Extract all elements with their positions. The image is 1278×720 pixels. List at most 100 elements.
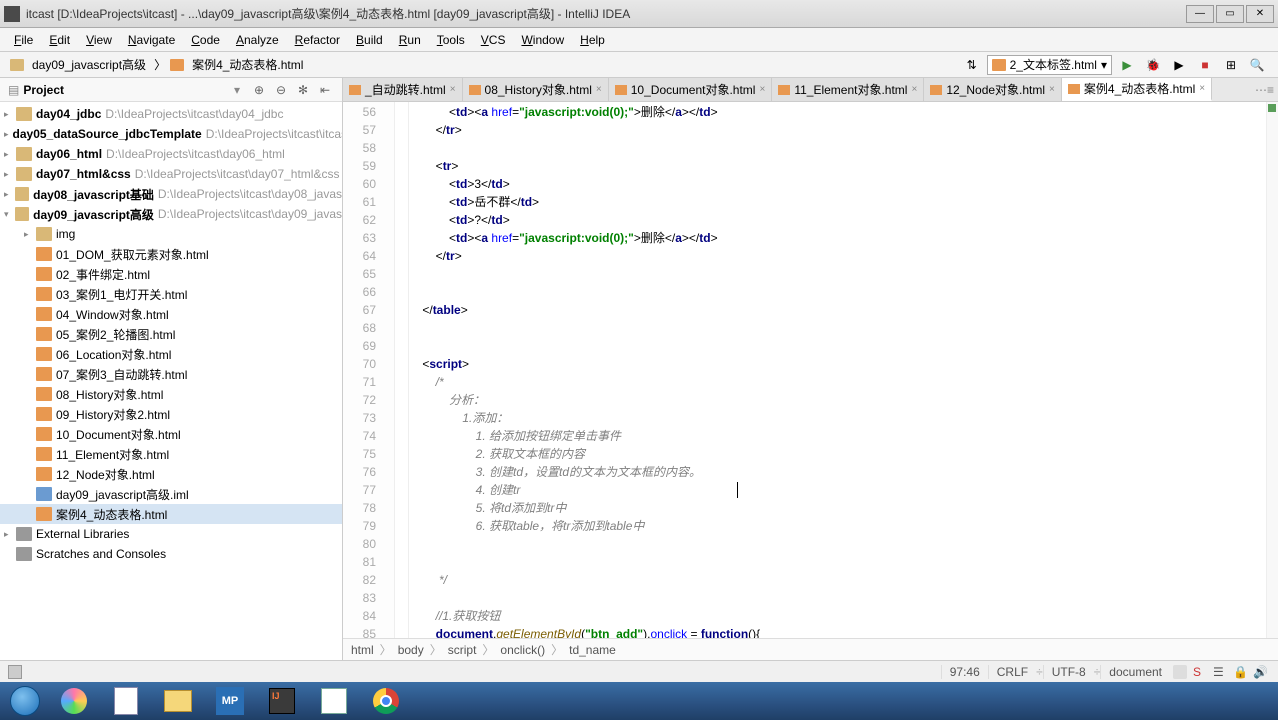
close-tab-icon[interactable]: × bbox=[911, 84, 917, 95]
breadcrumb-item[interactable]: body bbox=[398, 643, 424, 657]
breadcrumb-item[interactable]: td_name bbox=[569, 643, 616, 657]
tree-item[interactable]: 08_History对象.html bbox=[0, 384, 342, 404]
project-panel-view-icon[interactable]: ▤ bbox=[8, 83, 19, 97]
breadcrumb-item[interactable]: html bbox=[351, 643, 374, 657]
tree-arrow-icon[interactable]: ▸ bbox=[4, 109, 16, 120]
taskbar-notepad[interactable] bbox=[102, 684, 150, 718]
breadcrumb-item[interactable]: onclick() bbox=[500, 643, 545, 657]
menu-vcs[interactable]: VCS bbox=[473, 31, 514, 49]
tree-item[interactable]: 06_Location对象.html bbox=[0, 344, 342, 364]
debug-button[interactable]: 🐞 bbox=[1144, 56, 1162, 74]
tree-item[interactable]: ▸day06_htmlD:\IdeaProjects\itcast\day06_… bbox=[0, 144, 342, 164]
menu-run[interactable]: Run bbox=[391, 31, 429, 49]
context-label[interactable]: document bbox=[1100, 665, 1170, 679]
tree-arrow-icon[interactable]: ▸ bbox=[4, 169, 16, 180]
tree-item[interactable]: 01_DOM_获取元素对象.html bbox=[0, 244, 342, 264]
menu-build[interactable]: Build bbox=[348, 31, 391, 49]
breadcrumb-item[interactable]: script bbox=[448, 643, 477, 657]
tree-item[interactable]: 11_Element对象.html bbox=[0, 444, 342, 464]
tree-item[interactable]: Scratches and Consoles bbox=[0, 544, 342, 564]
tree-arrow-icon[interactable]: ▸ bbox=[4, 189, 15, 200]
inspection-icon[interactable] bbox=[1173, 665, 1187, 679]
coverage-button[interactable]: ▶ bbox=[1170, 56, 1188, 74]
tree-item[interactable]: 10_Document对象.html bbox=[0, 424, 342, 444]
more-tabs-icon[interactable]: ⋯≡ bbox=[1255, 83, 1274, 97]
notifications-icon[interactable]: ☰ bbox=[1213, 665, 1227, 679]
line-separator[interactable]: CRLF bbox=[988, 665, 1036, 679]
taskbar-chrome[interactable] bbox=[362, 684, 410, 718]
code-editor[interactable]: <td><a href="javascript:void(0);">删除</a>… bbox=[409, 102, 1266, 638]
close-button[interactable]: ✕ bbox=[1246, 5, 1274, 23]
tree-item[interactable]: 04_Window对象.html bbox=[0, 304, 342, 324]
taskbar-explorer[interactable] bbox=[154, 684, 202, 718]
editor-tab[interactable]: 12_Node对象.html× bbox=[924, 78, 1062, 101]
run-config-dropdown[interactable]: 2_文本标签.html ▾ bbox=[987, 55, 1112, 75]
maximize-button[interactable]: ▭ bbox=[1216, 5, 1244, 23]
tree-item[interactable]: 案例4_动态表格.html bbox=[0, 504, 342, 524]
tree-item[interactable]: ▸img bbox=[0, 224, 342, 244]
tree-item[interactable]: ▾day09_javascript高级D:\IdeaProjects\itcas… bbox=[0, 204, 342, 224]
minimize-button[interactable]: — bbox=[1186, 5, 1214, 23]
tree-item[interactable]: 05_案例2_轮播图.html bbox=[0, 324, 342, 344]
menu-window[interactable]: Window bbox=[513, 31, 572, 49]
menu-navigate[interactable]: Navigate bbox=[120, 31, 183, 49]
error-stripe[interactable] bbox=[1266, 102, 1278, 638]
tree-arrow-icon[interactable]: ▸ bbox=[4, 149, 16, 160]
taskbar-intellij[interactable]: IJ bbox=[258, 684, 306, 718]
close-tab-icon[interactable]: × bbox=[1049, 84, 1055, 95]
close-tab-icon[interactable]: × bbox=[450, 84, 456, 95]
tree-arrow-icon[interactable]: ▸ bbox=[4, 129, 9, 140]
tree-item[interactable]: 07_案例3_自动跳转.html bbox=[0, 364, 342, 384]
close-tab-icon[interactable]: × bbox=[596, 84, 602, 95]
menu-code[interactable]: Code bbox=[183, 31, 228, 49]
tree-item[interactable]: ▸External Libraries bbox=[0, 524, 342, 544]
tree-item[interactable]: day09_javascript高级.iml bbox=[0, 484, 342, 504]
close-tab-icon[interactable]: × bbox=[759, 84, 765, 95]
breadcrumb-folder[interactable]: day09_javascript高级 bbox=[28, 54, 150, 75]
menu-file[interactable]: File bbox=[6, 31, 41, 49]
run-button[interactable]: ▶ bbox=[1118, 56, 1136, 74]
taskbar-mp[interactable]: MP bbox=[206, 684, 254, 718]
menu-view[interactable]: View bbox=[78, 31, 120, 49]
project-tree[interactable]: ▸day04_jdbcD:\IdeaProjects\itcast\day04_… bbox=[0, 102, 342, 660]
tree-item[interactable]: 09_History对象2.html bbox=[0, 404, 342, 424]
tree-item[interactable]: 12_Node对象.html bbox=[0, 464, 342, 484]
search-button[interactable]: 🔍 bbox=[1248, 56, 1266, 74]
collapse-all-icon[interactable]: ⊕ bbox=[250, 81, 268, 99]
lock-icon[interactable]: 🔒 bbox=[1233, 665, 1247, 679]
project-panel-title[interactable]: Project bbox=[23, 83, 234, 97]
settings-icon[interactable]: ✻ bbox=[294, 81, 312, 99]
tree-item[interactable]: 03_案例1_电灯开关.html bbox=[0, 284, 342, 304]
menu-analyze[interactable]: Analyze bbox=[228, 31, 287, 49]
fold-column[interactable] bbox=[395, 102, 409, 638]
editor-tab[interactable]: _自动跳转.html× bbox=[343, 78, 463, 101]
start-button[interactable] bbox=[4, 684, 46, 718]
taskbar-app-6[interactable] bbox=[310, 684, 358, 718]
menu-edit[interactable]: Edit bbox=[41, 31, 78, 49]
menu-refactor[interactable]: Refactor bbox=[287, 31, 348, 49]
layout-button[interactable]: ⊞ bbox=[1222, 56, 1240, 74]
memory-icon[interactable]: S bbox=[1193, 665, 1207, 679]
tree-item[interactable]: 02_事件绑定.html bbox=[0, 264, 342, 284]
menu-help[interactable]: Help bbox=[572, 31, 613, 49]
taskbar-app-1[interactable] bbox=[50, 684, 98, 718]
hide-panel-icon[interactable]: ⇤ bbox=[316, 81, 334, 99]
tree-item[interactable]: ▸day08_javascript基础D:\IdeaProjects\itcas… bbox=[0, 184, 342, 204]
editor-tab[interactable]: 11_Element对象.html× bbox=[772, 78, 924, 101]
breadcrumb-file[interactable]: 案例4_动态表格.html bbox=[188, 54, 307, 75]
tree-arrow-icon[interactable]: ▸ bbox=[24, 229, 36, 240]
sound-icon[interactable]: 🔊 bbox=[1253, 665, 1267, 679]
tree-arrow-icon[interactable]: ▸ bbox=[4, 529, 16, 540]
editor-tab[interactable]: 案例4_动态表格.html× bbox=[1062, 78, 1212, 101]
menu-tools[interactable]: Tools bbox=[429, 31, 473, 49]
tree-item[interactable]: ▸day07_html&cssD:\IdeaProjects\itcast\da… bbox=[0, 164, 342, 184]
caret-position[interactable]: 97:46 bbox=[941, 665, 988, 679]
expand-all-icon[interactable]: ⊖ bbox=[272, 81, 290, 99]
stop-button[interactable]: ■ bbox=[1196, 56, 1214, 74]
tree-arrow-icon[interactable]: ▾ bbox=[4, 209, 15, 220]
status-icon[interactable] bbox=[8, 665, 22, 679]
file-encoding[interactable]: UTF-8 bbox=[1043, 665, 1094, 679]
editor-tab[interactable]: 10_Document对象.html× bbox=[609, 78, 773, 101]
editor-tab[interactable]: 08_History对象.html× bbox=[463, 78, 609, 101]
tree-item[interactable]: ▸day04_jdbcD:\IdeaProjects\itcast\day04_… bbox=[0, 104, 342, 124]
